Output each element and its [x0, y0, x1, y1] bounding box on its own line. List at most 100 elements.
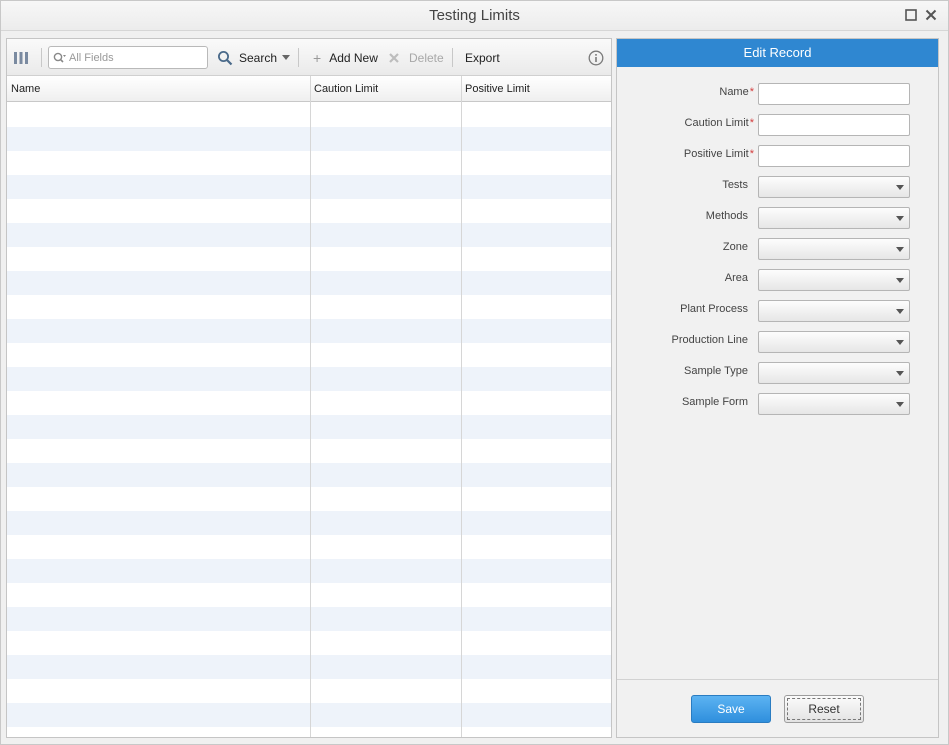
table-row[interactable]: [7, 223, 611, 247]
plant-process-label: Plant Process: [680, 303, 748, 315]
area-combo[interactable]: [758, 269, 910, 291]
title-bar: Testing Limits: [1, 1, 948, 31]
columns-icon[interactable]: [14, 39, 28, 76]
plus-icon: +: [313, 49, 322, 66]
chevron-down-icon: [282, 55, 291, 60]
table-row[interactable]: [7, 199, 611, 223]
export-button[interactable]: Export: [465, 39, 500, 76]
table-row[interactable]: [7, 607, 611, 631]
table-row[interactable]: [7, 343, 611, 367]
add-new-button[interactable]: + Add New: [313, 39, 378, 76]
plant-process-combo[interactable]: [758, 300, 910, 322]
name-field[interactable]: [758, 83, 910, 105]
sample-form-label: Sample Form: [682, 396, 748, 408]
chevron-down-icon[interactable]: [896, 216, 904, 221]
testing-limits-window: Testing Limits Search: [0, 0, 949, 745]
grid-toolbar: Search + Add New Delete Export: [7, 39, 611, 76]
production-line-label: Production Line: [672, 334, 748, 346]
close-icon[interactable]: [923, 7, 939, 23]
caution-limit-label-text: Caution Limit: [684, 117, 749, 129]
table-row[interactable]: [7, 271, 611, 295]
column-header-name[interactable]: Name: [7, 76, 310, 102]
search-field[interactable]: [48, 46, 208, 69]
positive-limit-label-text: Positive Limit: [683, 148, 749, 160]
name-label: Name*: [719, 86, 754, 98]
records-grid-panel: Search + Add New Delete Export Name Ca: [6, 38, 612, 738]
chevron-down-icon[interactable]: [896, 278, 904, 283]
add-new-label: Add New: [329, 50, 378, 65]
column-header-caution-limit[interactable]: Caution Limit: [310, 76, 461, 102]
chevron-down-icon[interactable]: [896, 185, 904, 190]
table-row[interactable]: [7, 679, 611, 703]
table-row[interactable]: [7, 655, 611, 679]
plant-process-label-text: Plant Process: [680, 303, 748, 315]
table-row[interactable]: [7, 295, 611, 319]
delete-label: Delete: [409, 50, 444, 65]
search-icon: [218, 50, 233, 65]
delete-button[interactable]: Delete: [388, 39, 444, 76]
table-row[interactable]: [7, 127, 611, 151]
sample-type-label: Sample Type: [684, 365, 748, 377]
window-title: Testing Limits: [429, 7, 520, 24]
delete-x-icon: [389, 52, 399, 63]
table-row[interactable]: [7, 151, 611, 175]
chevron-down-icon[interactable]: [896, 371, 904, 376]
required-marker: *: [749, 148, 754, 160]
zone-combo[interactable]: [758, 238, 910, 260]
grid-body: [7, 103, 611, 727]
toolbar-divider: [298, 48, 299, 67]
area-label: Area: [725, 272, 748, 284]
table-row[interactable]: [7, 559, 611, 583]
table-row[interactable]: [7, 535, 611, 559]
table-row[interactable]: [7, 463, 611, 487]
edit-record-footer: Save Reset: [617, 679, 938, 737]
methods-label: Methods: [706, 210, 748, 222]
name-label-text: Name: [719, 86, 749, 98]
chevron-down-icon[interactable]: [896, 402, 904, 407]
table-row[interactable]: [7, 175, 611, 199]
table-row[interactable]: [7, 103, 611, 127]
column-divider: [461, 76, 462, 737]
reset-button[interactable]: Reset: [784, 695, 864, 723]
table-row[interactable]: [7, 583, 611, 607]
table-row[interactable]: [7, 703, 611, 727]
column-header-positive-limit[interactable]: Positive Limit: [461, 76, 611, 102]
table-row[interactable]: [7, 487, 611, 511]
sample-type-combo[interactable]: [758, 362, 910, 384]
column-divider: [310, 76, 311, 737]
maximize-icon[interactable]: [903, 7, 919, 23]
methods-label-text: Methods: [705, 210, 748, 222]
toolbar-divider: [452, 48, 453, 67]
search-input[interactable]: [69, 50, 203, 65]
chevron-down-icon[interactable]: [896, 247, 904, 252]
production-line-label-text: Production Line: [671, 334, 748, 346]
tests-label-text: Tests: [722, 179, 748, 191]
search-button[interactable]: Search: [217, 39, 291, 76]
tests-combo[interactable]: [758, 176, 910, 198]
chevron-down-icon[interactable]: [896, 309, 904, 314]
sample-form-combo[interactable]: [758, 393, 910, 415]
save-button[interactable]: Save: [691, 695, 771, 723]
toolbar-divider: [41, 48, 42, 67]
positive-limit-field[interactable]: [758, 145, 910, 167]
table-row[interactable]: [7, 247, 611, 271]
required-marker: *: [749, 86, 754, 98]
search-field-icon: [53, 52, 66, 63]
table-row[interactable]: [7, 439, 611, 463]
production-line-combo[interactable]: [758, 331, 910, 353]
info-icon[interactable]: [588, 39, 604, 76]
table-row[interactable]: [7, 319, 611, 343]
methods-combo[interactable]: [758, 207, 910, 229]
chevron-down-icon[interactable]: [896, 340, 904, 345]
table-row[interactable]: [7, 391, 611, 415]
caution-limit-field[interactable]: [758, 114, 910, 136]
caution-limit-label: Caution Limit*: [685, 117, 754, 129]
table-row[interactable]: [7, 511, 611, 535]
edit-record-title: Edit Record: [617, 39, 938, 67]
sample-type-label-text: Sample Type: [683, 365, 748, 377]
export-label: Export: [465, 50, 500, 65]
table-row[interactable]: [7, 415, 611, 439]
table-row[interactable]: [7, 631, 611, 655]
search-button-label: Search: [239, 50, 278, 65]
table-row[interactable]: [7, 367, 611, 391]
